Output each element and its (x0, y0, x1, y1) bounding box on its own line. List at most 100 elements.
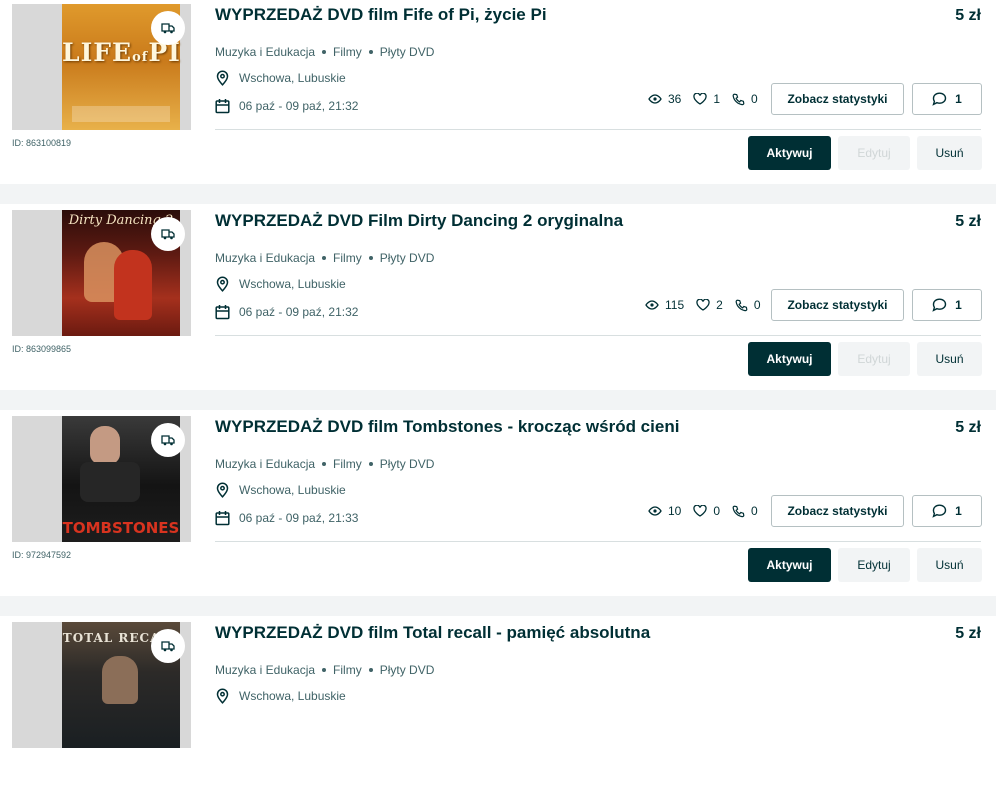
listing-thumbnail[interactable]: TOTAL RECALL (12, 622, 191, 748)
eye-icon (645, 300, 659, 310)
listing-location: Wschowa, Lubuskie (215, 688, 346, 704)
views-count: 115 (665, 298, 685, 312)
listing-location: Wschowa, Lubuskie (215, 482, 346, 498)
category-item: Muzyka i Edukacja (215, 251, 316, 265)
messages-button[interactable]: 1 (912, 289, 982, 321)
likes-stat: 2 (696, 298, 723, 312)
heart-icon (693, 93, 708, 105)
listing-price: 5 zł (955, 7, 981, 24)
likes-count: 1 (713, 92, 721, 106)
calendar-icon (215, 305, 230, 320)
views-stat: 115 (645, 298, 684, 312)
delivery-truck-icon (151, 217, 185, 251)
category-item: Filmy (333, 457, 362, 471)
listing-card: LIFEofPI ID: 863100819 WYPRZEDAŻ DVD fil… (0, 0, 996, 184)
listing-dates: 06 paź - 09 paź, 21:32 (215, 98, 358, 114)
delete-button[interactable]: Usuń (917, 136, 982, 170)
location-text: Wschowa, Lubuskie (239, 689, 346, 703)
listing-price: 5 zł (955, 419, 981, 436)
heart-icon (693, 505, 708, 517)
view-statistics-button[interactable]: Zobacz statystyki (771, 289, 904, 321)
edit-button[interactable]: Edytuj (838, 342, 910, 376)
category-item: Płyty DVD (379, 457, 435, 471)
category-item: Filmy (333, 45, 362, 59)
likes-stat: 1 (693, 92, 720, 106)
location-text: Wschowa, Lubuskie (239, 483, 346, 497)
messages-count: 1 (955, 298, 962, 312)
messages-button[interactable]: 1 (912, 495, 982, 527)
calls-stat: 0 (735, 298, 761, 312)
messages-button[interactable]: 1 (912, 83, 982, 115)
listing-stats: 115 2 0 (645, 298, 773, 312)
category-item: Płyty DVD (379, 251, 435, 265)
calls-stat: 0 (732, 504, 758, 518)
location-pin-icon (216, 276, 229, 292)
views-stat: 36 (648, 92, 681, 106)
cover-title: LIFE (62, 38, 133, 67)
listing-location: Wschowa, Lubuskie (215, 70, 346, 86)
category-breadcrumb: Muzyka i Edukacja Filmy Płyty DVD (215, 457, 434, 471)
listing-thumbnail[interactable]: LIFEofPI (12, 4, 191, 130)
category-item: Płyty DVD (379, 663, 435, 677)
view-statistics-button[interactable]: Zobacz statystyki (771, 495, 904, 527)
listing-id: ID: 863100819 (12, 138, 72, 148)
delete-button[interactable]: Usuń (917, 548, 982, 582)
listing-title[interactable]: WYPRZEDAŻ DVD film Tombstones - krocząc … (215, 417, 679, 437)
category-item: Muzyka i Edukacja (215, 45, 316, 59)
category-breadcrumb: Muzyka i Edukacja Filmy Płyty DVD (215, 45, 434, 59)
listing-location: Wschowa, Lubuskie (215, 276, 346, 292)
listing-title[interactable]: WYPRZEDAŻ DVD Film Dirty Dancing 2 orygi… (215, 211, 623, 231)
likes-stat: 0 (693, 504, 720, 518)
calls-stat: 0 (732, 92, 758, 106)
cover-title: of (132, 50, 149, 65)
eye-icon (648, 94, 662, 104)
listing-thumbnail[interactable]: Dirty Dancing 2 (12, 210, 191, 336)
category-item: Filmy (333, 251, 362, 265)
listing-dates: 06 paź - 09 paź, 21:33 (215, 510, 358, 526)
message-bubble-icon (932, 504, 947, 518)
listing-id: ID: 863099865 (12, 344, 72, 354)
listing-title[interactable]: WYPRZEDAŻ DVD film Total recall - pamięć… (215, 623, 650, 643)
category-breadcrumb: Muzyka i Edukacja Filmy Płyty DVD (215, 663, 434, 677)
cover-title: TOMBSTONES (62, 519, 180, 537)
location-pin-icon (216, 70, 229, 86)
category-breadcrumb: Muzyka i Edukacja Filmy Płyty DVD (215, 251, 434, 265)
listing-price: 5 zł (955, 625, 981, 642)
edit-button[interactable]: Edytuj (838, 548, 910, 582)
activate-button[interactable]: Aktywuj (748, 548, 831, 582)
listing-dates: 06 paź - 09 paź, 21:32 (215, 304, 358, 320)
activate-button[interactable]: Aktywuj (748, 136, 831, 170)
dates-text: 06 paź - 09 paź, 21:32 (239, 99, 359, 113)
listing-card: TOTAL RECALL WYPRZEDAŻ DVD film Total re… (0, 616, 996, 802)
location-text: Wschowa, Lubuskie (239, 71, 346, 85)
location-text: Wschowa, Lubuskie (239, 277, 346, 291)
delivery-truck-icon (151, 629, 185, 663)
divider (215, 541, 981, 542)
delete-button[interactable]: Usuń (917, 342, 982, 376)
likes-count: 0 (713, 504, 721, 518)
eye-icon (648, 506, 662, 516)
delivery-truck-icon (151, 11, 185, 45)
views-count: 10 (668, 504, 682, 518)
calendar-icon (215, 511, 230, 526)
location-pin-icon (216, 688, 229, 704)
view-statistics-button[interactable]: Zobacz statystyki (771, 83, 904, 115)
listing-stats: 36 1 0 (648, 92, 770, 106)
dates-text: 06 paź - 09 paź, 21:32 (239, 305, 359, 319)
phone-icon (735, 299, 748, 311)
category-item: Filmy (333, 663, 362, 677)
calls-count: 0 (751, 92, 758, 106)
listing-title[interactable]: WYPRZEDAŻ DVD film Fife of Pi, życie Pi (215, 5, 547, 25)
category-item: Muzyka i Edukacja (215, 457, 316, 471)
heart-icon (696, 299, 710, 311)
listing-thumbnail[interactable]: TOMBSTONES (12, 416, 191, 542)
dates-text: 06 paź - 09 paź, 21:33 (239, 511, 359, 525)
listing-price: 5 zł (955, 213, 981, 230)
listing-card: TOMBSTONES ID: 972947592 WYPRZEDAŻ DVD f… (0, 410, 996, 596)
phone-icon (732, 505, 745, 517)
activate-button[interactable]: Aktywuj (748, 342, 831, 376)
listing-stats: 10 0 0 (648, 504, 770, 518)
views-count: 36 (668, 92, 682, 106)
edit-button[interactable]: Edytuj (838, 136, 910, 170)
divider (215, 335, 981, 336)
